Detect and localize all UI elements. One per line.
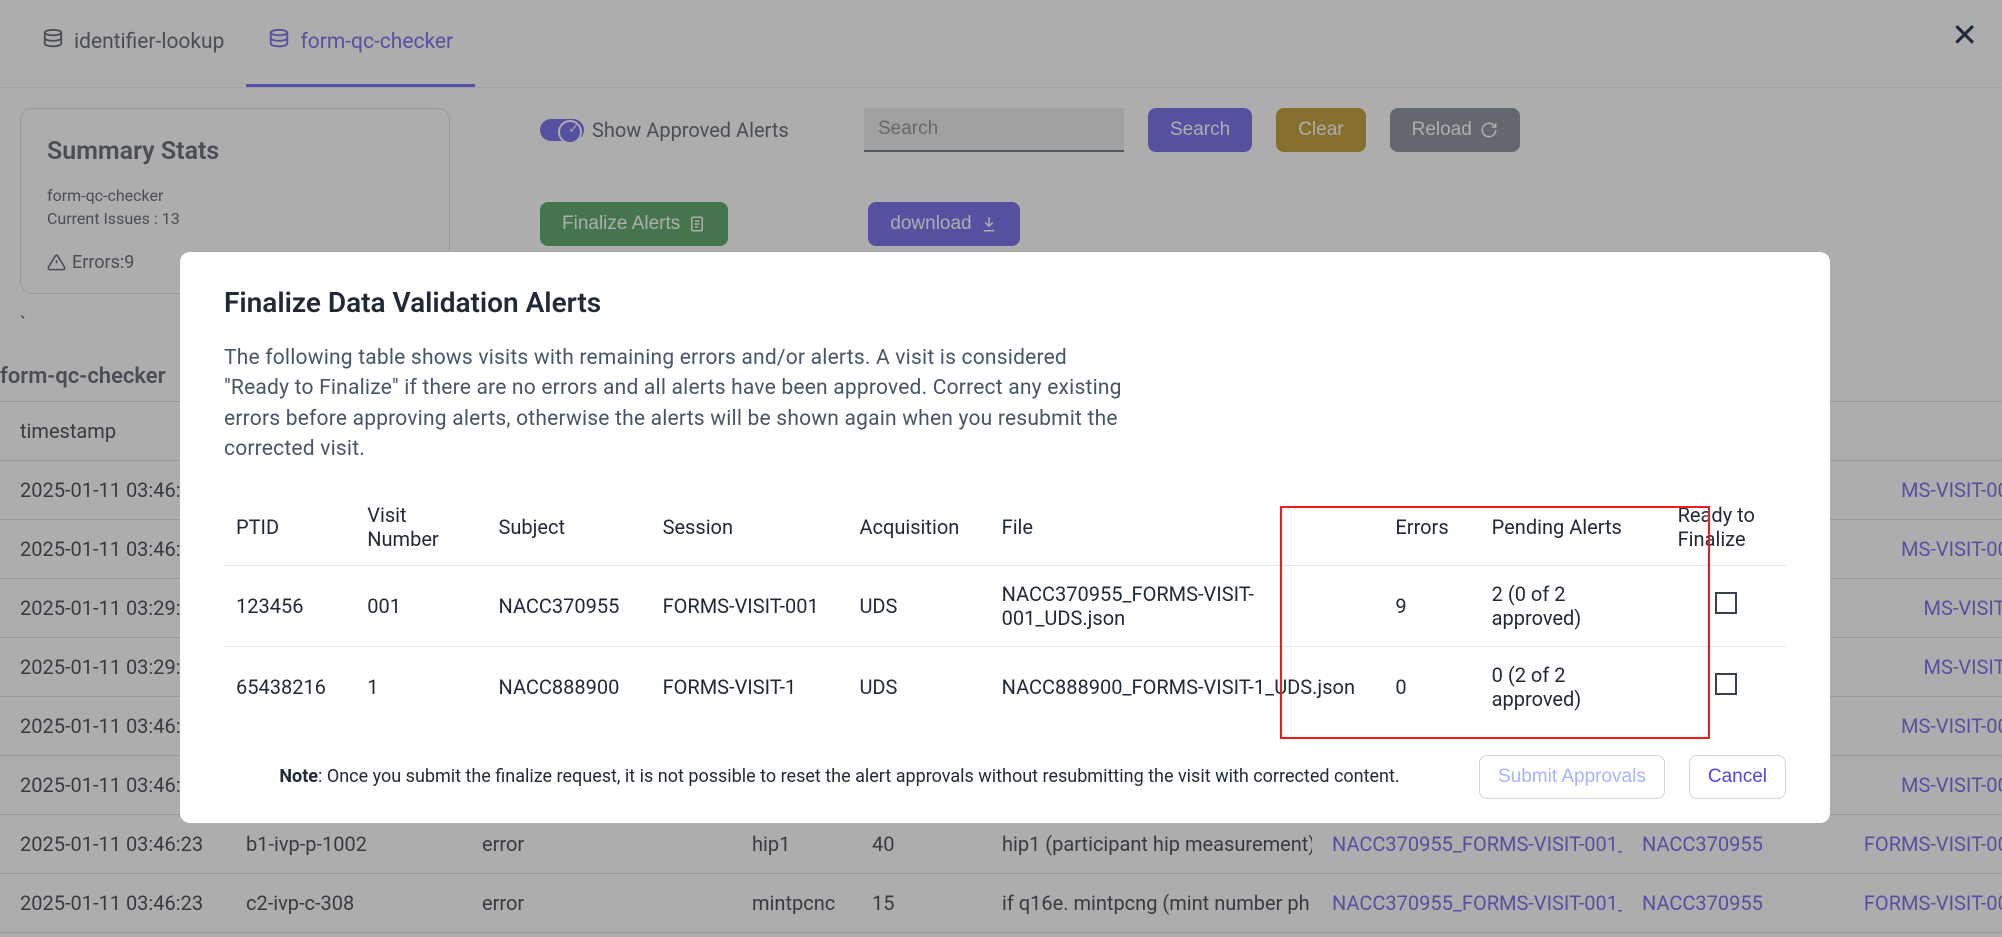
modal-table-row: 123456001NACC370955FORMS-VISIT-001UDSNAC… <box>224 565 1786 646</box>
mcell-acq: UDS <box>847 565 989 646</box>
mcol-ptid: PTID <box>224 489 355 566</box>
mcell-ptid: 123456 <box>224 565 355 646</box>
mcell-subject: NACC370955 <box>487 565 651 646</box>
mcol-subject: Subject <box>487 489 651 566</box>
modal-intro: The following table shows visits with re… <box>224 343 1124 465</box>
mcol-ready: Ready to Finalize <box>1666 489 1786 566</box>
mcell-pending: 0 (2 of 2 approved) <box>1480 646 1666 727</box>
mcell-ready <box>1666 565 1786 646</box>
mcell-pending: 2 (0 of 2 approved) <box>1480 565 1666 646</box>
mcell-acq: UDS <box>847 646 989 727</box>
cancel-button[interactable]: Cancel <box>1689 755 1786 799</box>
mcell-file: NACC370955_FORMS-VISIT-001_UDS.json <box>990 565 1384 646</box>
mcell-session: FORMS-VISIT-001 <box>651 565 848 646</box>
modal-table: PTID Visit Number Subject Session Acquis… <box>224 489 1786 727</box>
mcol-pending: Pending Alerts <box>1480 489 1666 566</box>
modal-footer: Note: Once you submit the finalize reque… <box>224 755 1786 799</box>
note-label: Note <box>279 766 318 787</box>
mcol-acq: Acquisition <box>847 489 989 566</box>
mcell-visitnum: 001 <box>355 565 486 646</box>
modal-table-header: PTID Visit Number Subject Session Acquis… <box>224 489 1786 566</box>
mcell-ready <box>1666 646 1786 727</box>
mcol-visitnum: Visit Number <box>355 489 486 566</box>
mcell-file: NACC888900_FORMS-VISIT-1_UDS.json <box>990 646 1384 727</box>
mcell-ptid: 65438216 <box>224 646 355 727</box>
mcol-errors: Errors <box>1383 489 1479 566</box>
mcell-session: FORMS-VISIT-1 <box>651 646 848 727</box>
modal-table-row: 654382161NACC888900FORMS-VISIT-1UDSNACC8… <box>224 646 1786 727</box>
ready-checkbox[interactable] <box>1715 592 1737 614</box>
submit-approvals-button[interactable]: Submit Approvals <box>1479 755 1665 799</box>
mcell-errors: 9 <box>1383 565 1479 646</box>
mcol-file: File <box>990 489 1384 566</box>
note-text: : Once you submit the finalize request, … <box>318 766 1400 787</box>
mcell-subject: NACC888900 <box>487 646 651 727</box>
mcell-errors: 0 <box>1383 646 1479 727</box>
mcol-session: Session <box>651 489 848 566</box>
ready-checkbox[interactable] <box>1715 673 1737 695</box>
modal-note: Note: Once you submit the finalize reque… <box>224 766 1455 787</box>
finalize-modal: Finalize Data Validation Alerts The foll… <box>180 252 1830 823</box>
mcell-visitnum: 1 <box>355 646 486 727</box>
close-icon[interactable]: ✕ <box>1951 16 1978 54</box>
modal-title: Finalize Data Validation Alerts <box>224 286 1786 319</box>
